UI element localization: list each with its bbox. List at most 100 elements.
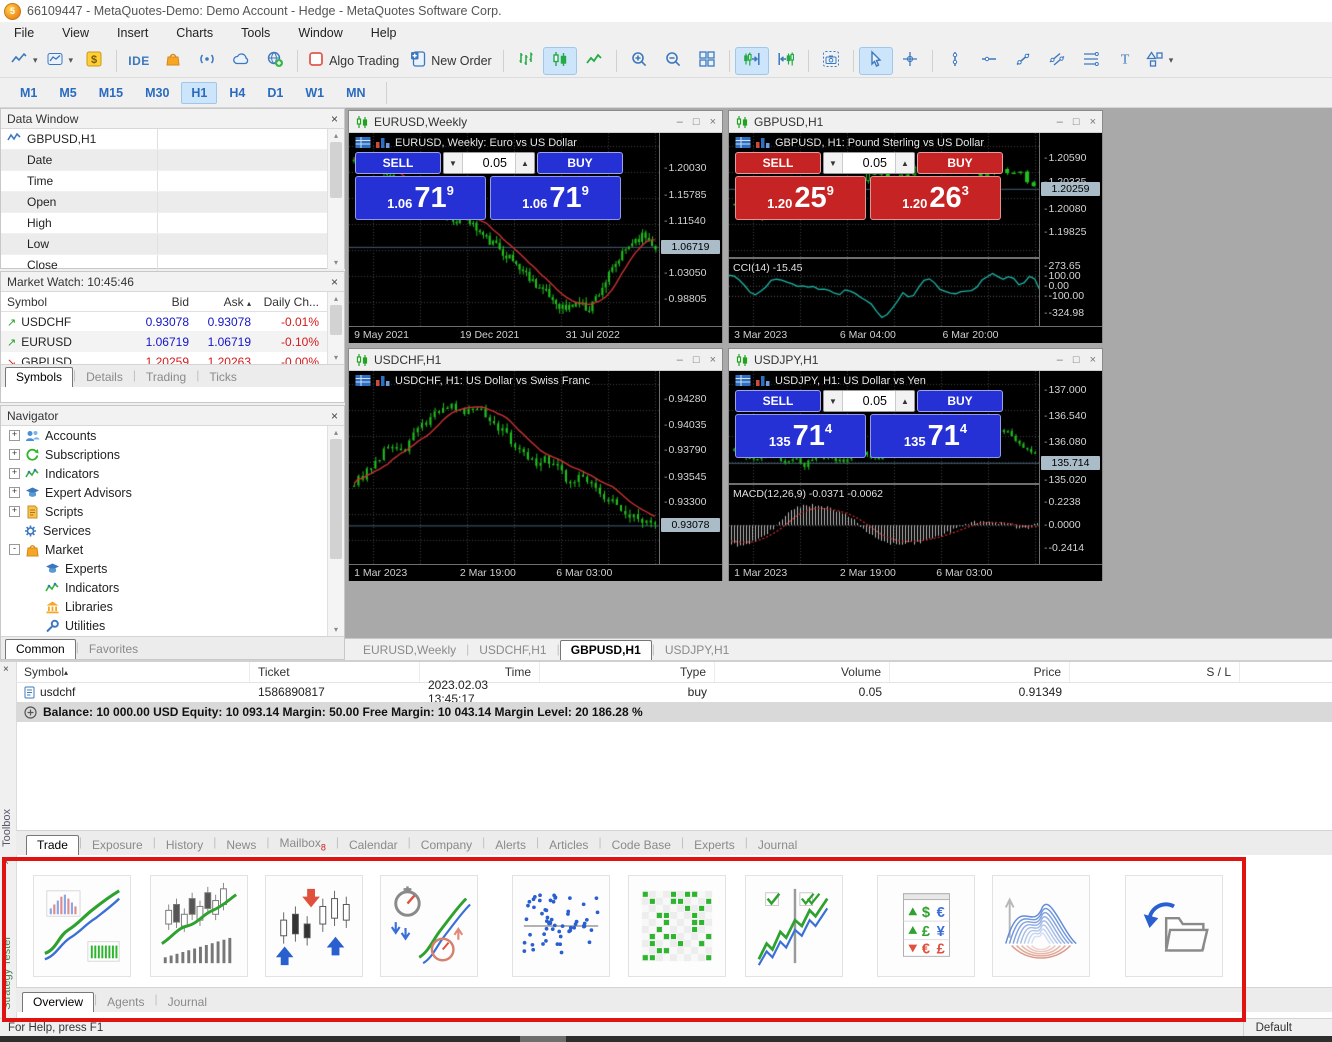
navigator-item-market[interactable]: -Market — [1, 540, 344, 559]
scrollbar[interactable]: ▴▾ — [327, 426, 344, 636]
volume-value[interactable]: 0.05 — [843, 391, 895, 411]
chart-body[interactable]: 0.942800.940350.937900.935450.933000.930… — [349, 371, 722, 581]
chart-mode-icon[interactable] — [755, 374, 771, 387]
line-chart-button[interactable] — [577, 47, 611, 75]
navigator-header[interactable]: Navigator × — [1, 406, 344, 426]
tester-tile-trade-arrows[interactable] — [265, 875, 363, 977]
tester-tile-speed-test[interactable] — [380, 875, 478, 977]
toolbox-tab-exposure[interactable]: Exposure — [82, 836, 153, 855]
expand-icon[interactable]: + — [9, 468, 20, 479]
tf-w1[interactable]: W1 — [295, 82, 334, 104]
tester-tab-agents[interactable]: Agents — [97, 993, 154, 1012]
sell-button[interactable]: SELL — [355, 152, 441, 174]
toolbox-tab-news[interactable]: News — [216, 836, 266, 855]
navigator-item-experts[interactable]: Experts — [1, 559, 344, 578]
toolbox-tab-company[interactable]: Company — [411, 836, 482, 855]
scrollbar[interactable]: ▴▾ — [327, 292, 344, 364]
channel-button[interactable] — [1040, 47, 1074, 75]
tab-symbols[interactable]: Symbols — [5, 367, 73, 387]
volume-down-icon[interactable]: ▼ — [444, 153, 463, 173]
navigator-item-expert-advisors[interactable]: +Expert Advisors — [1, 483, 344, 502]
buy-price[interactable]: 1.06719 — [490, 176, 621, 220]
volume-value[interactable]: 0.05 — [463, 153, 515, 173]
tester-tile-currency-table[interactable]: $€ £¥ €£ — [877, 875, 975, 977]
tester-tile-optimization-surface[interactable] — [992, 875, 1090, 977]
sell-button[interactable]: SELL — [735, 152, 821, 174]
tf-h1[interactable]: H1 — [181, 82, 217, 104]
expand-icon[interactable]: + — [9, 506, 20, 517]
tester-tile-report-chart[interactable] — [33, 875, 131, 977]
col-symbol[interactable]: Symbol ▴ — [16, 662, 250, 682]
col-symbol[interactable]: Symbol — [1, 295, 123, 309]
chart-window-titlebar[interactable]: GBPUSD,H1–□× — [729, 111, 1102, 133]
volume-value[interactable]: 0.05 — [843, 153, 895, 173]
chart-mode-icon[interactable] — [375, 136, 391, 149]
price-scale[interactable]: 1.200301.157851.115401.030500.988051.067… — [659, 133, 722, 326]
chart-window-usdjpy[interactable]: USDJPY,H1–□×MACD(12,26,9) -0.0371 -0.006… — [728, 348, 1103, 581]
close-icon[interactable]: × — [1090, 354, 1096, 366]
tf-m30[interactable]: M30 — [135, 82, 179, 104]
price-scale[interactable]: 1.205901.203351.200801.19825273.65100.00… — [1039, 133, 1102, 326]
status-profile[interactable]: Default — [1243, 1019, 1332, 1037]
volume-down-icon[interactable]: ▼ — [824, 391, 843, 411]
close-icon[interactable]: × — [3, 664, 9, 675]
toolbox-tab-calendar[interactable]: Calendar — [339, 836, 408, 855]
navigator-item-libraries[interactable]: Libraries — [1, 597, 344, 616]
volume-up-icon[interactable]: ▲ — [895, 153, 914, 173]
maximize-icon[interactable]: □ — [693, 116, 700, 128]
toolbox-tab-experts[interactable]: Experts — [684, 836, 745, 855]
tab-details[interactable]: Details — [76, 368, 133, 387]
menu-window[interactable]: Window — [284, 24, 356, 42]
chart-window-usdchf[interactable]: USDCHF,H1–□×0.942800.940350.937900.93545… — [348, 348, 723, 581]
sell-price[interactable]: 135714 — [735, 414, 866, 458]
candles-chart-button[interactable] — [543, 47, 577, 75]
fibo-button[interactable] — [1074, 47, 1108, 75]
col-ask[interactable]: Ask ▴ — [189, 295, 251, 309]
scrollbar[interactable]: ▴▾ — [327, 129, 344, 269]
market-watch-row-usdchf[interactable]: ↗USDCHF 0.93078 0.93078 -0.01% — [1, 312, 344, 332]
crosshair-button[interactable] — [893, 47, 927, 75]
tf-m5[interactable]: M5 — [49, 82, 86, 104]
time-scale[interactable]: 1 Mar 20232 Mar 19:006 Mar 03:00 — [349, 564, 722, 581]
data-window-symbol-row[interactable]: GBPUSD,H1 — [1, 129, 344, 150]
expand-icon[interactable]: + — [9, 487, 20, 498]
tf-m1[interactable]: M1 — [10, 82, 47, 104]
toolbox-tab-mailbox[interactable]: Mailbox8 — [269, 834, 335, 855]
sell-price[interactable]: 1.06719 — [355, 176, 486, 220]
close-icon[interactable]: × — [331, 275, 338, 289]
volume-stepper[interactable]: ▼ 0.05 ▲ — [443, 152, 535, 174]
shift-end-button[interactable] — [735, 47, 769, 75]
chart-window-eurusd[interactable]: EURUSD,Weekly–□×1.200301.157851.115401.0… — [348, 110, 723, 343]
tester-tab-journal[interactable]: Journal — [158, 993, 217, 1012]
volume-stepper[interactable]: ▼ 0.05 ▲ — [823, 390, 915, 412]
chart-body[interactable]: 1.200301.157851.115401.030500.988051.067… — [349, 133, 722, 343]
col-price[interactable]: Price — [890, 662, 1070, 682]
minimize-icon[interactable]: – — [1057, 116, 1063, 128]
bars-chart-button[interactable] — [509, 47, 543, 75]
hline-button[interactable] — [972, 47, 1006, 75]
shift-begin-button[interactable] — [769, 47, 803, 75]
buy-button[interactable]: BUY — [537, 152, 623, 174]
quotes-table-icon[interactable] — [735, 374, 751, 387]
algo-trading-button[interactable]: Algo Trading — [303, 47, 405, 75]
buy-button[interactable]: BUY — [917, 152, 1003, 174]
cloud-button[interactable] — [224, 47, 258, 75]
chart-profile-button[interactable]: ▾ — [42, 47, 78, 75]
chart-window-titlebar[interactable]: USDJPY,H1–□× — [729, 349, 1102, 371]
chart-tab-eurusd[interactable]: EURUSD,Weekly — [353, 641, 466, 660]
tf-h4[interactable]: H4 — [219, 82, 255, 104]
chart-mode-icon[interactable] — [755, 136, 771, 149]
tester-tile-visual-test[interactable] — [150, 875, 248, 977]
text-tool-button[interactable]: T — [1108, 47, 1142, 75]
col-type[interactable]: Type — [540, 662, 715, 682]
menu-help[interactable]: Help — [357, 24, 411, 42]
toolbox-tab-articles[interactable]: Articles — [539, 836, 598, 855]
chart-window-titlebar[interactable]: USDCHF,H1–□× — [349, 349, 722, 371]
market-watch-row-eurusd[interactable]: ↗EURUSD 1.06719 1.06719 -0.10% — [1, 332, 344, 352]
sell-button[interactable]: SELL — [735, 390, 821, 412]
volume-stepper[interactable]: ▼ 0.05 ▲ — [823, 152, 915, 174]
maximize-icon[interactable]: □ — [1073, 116, 1080, 128]
buy-button[interactable]: BUY — [917, 390, 1003, 412]
data-window-header[interactable]: Data Window × — [1, 109, 344, 129]
quotes-table-icon[interactable] — [355, 136, 371, 149]
